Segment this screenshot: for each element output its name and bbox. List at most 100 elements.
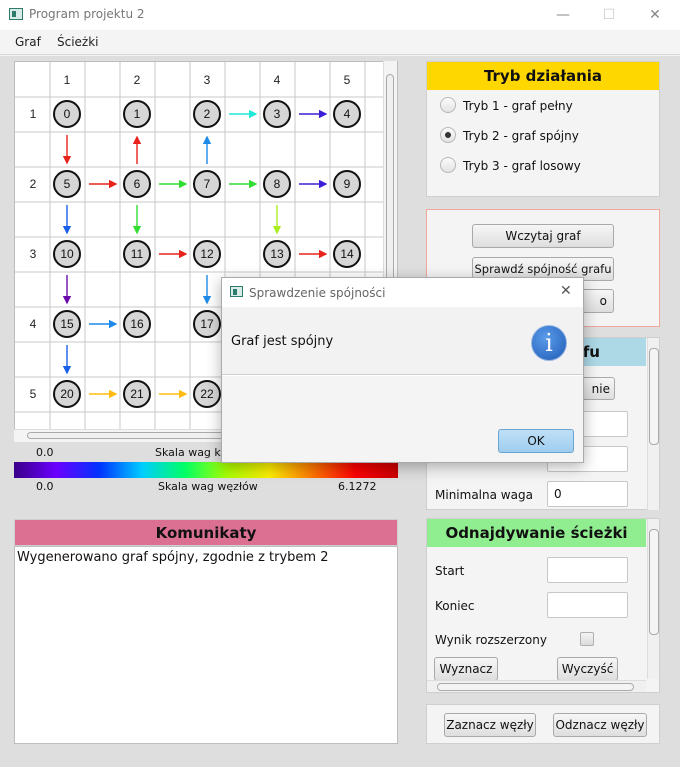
- graph-hscroll-thumb[interactable]: [27, 432, 227, 439]
- svg-text:17: 17: [200, 317, 214, 331]
- dialog-app-icon: [230, 286, 243, 297]
- path-hscroll-thumb[interactable]: [437, 683, 634, 691]
- messages-title: Komunikaty: [155, 524, 257, 542]
- node-weight-gradient: [14, 462, 398, 478]
- node-scale-min: 0.0: [36, 480, 54, 493]
- clear-path-button[interactable]: Wyczyść: [557, 657, 618, 681]
- graph-node: 9: [333, 170, 361, 198]
- params-vscroll-thumb[interactable]: [649, 348, 659, 445]
- svg-text:15: 15: [60, 317, 74, 331]
- svg-text:2: 2: [204, 107, 211, 121]
- graph-node: 22: [193, 380, 221, 408]
- edge-scale-min: 0.0: [36, 446, 54, 459]
- path-vscroll-thumb[interactable]: [649, 529, 659, 635]
- end-field[interactable]: [547, 592, 628, 618]
- minimize-button[interactable]: —: [540, 0, 586, 30]
- graph-node: 21: [123, 380, 151, 408]
- dialog-message: Graf jest spójny: [231, 334, 334, 349]
- path-hscrollbar[interactable]: [427, 680, 646, 692]
- graph-node: 7: [193, 170, 221, 198]
- graph-node: 8: [263, 170, 291, 198]
- path-vscrollbar[interactable]: [647, 519, 659, 679]
- svg-text:8: 8: [274, 177, 281, 191]
- graph-node: 2: [193, 100, 221, 128]
- maximize-button[interactable]: ☐: [586, 0, 632, 30]
- load-graph-button[interactable]: Wczytaj graf: [472, 224, 614, 248]
- svg-text:0: 0: [64, 107, 71, 121]
- svg-text:16: 16: [130, 317, 144, 331]
- extended-result-label: Wynik rozszerzony: [435, 633, 547, 647]
- svg-text:9: 9: [344, 177, 351, 191]
- svg-text:20: 20: [60, 387, 74, 401]
- path-header: Odnajdywanie ścieżki: [427, 519, 646, 547]
- graph-node: 6: [123, 170, 151, 198]
- svg-text:12: 12: [200, 247, 214, 261]
- mark-nodes-button[interactable]: Zaznacz węzły: [444, 713, 536, 737]
- mode3-radio[interactable]: [440, 157, 456, 173]
- col-label: 1: [64, 73, 71, 87]
- node-scale-max: 6.1272: [338, 480, 377, 493]
- menu-sciezki[interactable]: Ścieżki: [57, 35, 99, 49]
- unmark-nodes-button[interactable]: Odznacz węzły: [553, 713, 647, 737]
- graph-node: 20: [53, 380, 81, 408]
- col-label: 4: [274, 73, 281, 87]
- start-field[interactable]: [547, 557, 628, 583]
- row-label: 3: [30, 247, 37, 261]
- svg-text:21: 21: [130, 387, 144, 401]
- svg-text:10: 10: [60, 247, 74, 261]
- path-title: Odnajdywanie ścieżki: [445, 524, 628, 542]
- graph-node: 12: [193, 240, 221, 268]
- menu-bar: [0, 31, 680, 55]
- node-scale-label: Skala wag węzłów: [158, 480, 258, 493]
- col-label: 5: [344, 73, 351, 87]
- messages-area[interactable]: Wygenerowano graf spójny, zgodnie z tryb…: [14, 546, 398, 744]
- row-label: 1: [30, 107, 37, 121]
- svg-text:13: 13: [270, 247, 284, 261]
- graph-node: 3: [263, 100, 291, 128]
- dialog-title: Sprawdzenie spójności: [249, 286, 386, 300]
- mode2-radio[interactable]: [440, 127, 456, 143]
- svg-text:22: 22: [200, 387, 214, 401]
- row-label: 4: [30, 317, 37, 331]
- svg-text:3: 3: [274, 107, 281, 121]
- mode-header: Tryb działania: [427, 62, 659, 90]
- params-vscrollbar[interactable]: [647, 338, 659, 510]
- app-icon: [9, 8, 23, 20]
- svg-text:5: 5: [64, 177, 71, 191]
- mode1-radio[interactable]: [440, 97, 456, 113]
- mode1-label[interactable]: Tryb 1 - graf pełny: [463, 99, 573, 113]
- svg-text:11: 11: [131, 247, 144, 261]
- min-weight-field[interactable]: 0: [547, 481, 628, 507]
- graph-node: 11: [123, 240, 151, 268]
- find-path-button[interactable]: Wyznacz: [434, 657, 498, 681]
- graph-node: 5: [53, 170, 81, 198]
- close-button[interactable]: ✕: [632, 0, 678, 30]
- graph-node: 17: [193, 310, 221, 338]
- mode3-label[interactable]: Tryb 3 - graf losowy: [463, 159, 581, 173]
- svg-text:7: 7: [204, 177, 211, 191]
- graph-node: 0: [53, 100, 81, 128]
- col-label: 3: [204, 73, 211, 87]
- dialog-close-icon[interactable]: ✕: [560, 283, 572, 299]
- ok-button[interactable]: OK: [498, 429, 574, 453]
- mode-title: Tryb działania: [483, 67, 603, 85]
- svg-text:4: 4: [344, 107, 351, 121]
- graph-node: 16: [123, 310, 151, 338]
- graph-node: 10: [53, 240, 81, 268]
- graph-node: 1: [123, 100, 151, 128]
- end-label: Koniec: [435, 599, 475, 613]
- start-label: Start: [435, 564, 465, 578]
- messages-header: Komunikaty: [14, 519, 398, 546]
- svg-text:1: 1: [134, 107, 141, 121]
- row-label: 5: [30, 387, 37, 401]
- extended-result-checkbox[interactable]: [580, 632, 594, 646]
- window-title: Program projektu 2: [29, 7, 145, 21]
- info-icon: i: [531, 325, 567, 361]
- svg-text:6: 6: [134, 177, 141, 191]
- menu-graf[interactable]: Graf: [15, 35, 41, 49]
- col-label: 2: [134, 73, 141, 87]
- svg-text:14: 14: [340, 247, 354, 261]
- graph-node: 15: [53, 310, 81, 338]
- mode2-label[interactable]: Tryb 2 - graf spójny: [463, 129, 579, 143]
- row-label: 2: [30, 177, 37, 191]
